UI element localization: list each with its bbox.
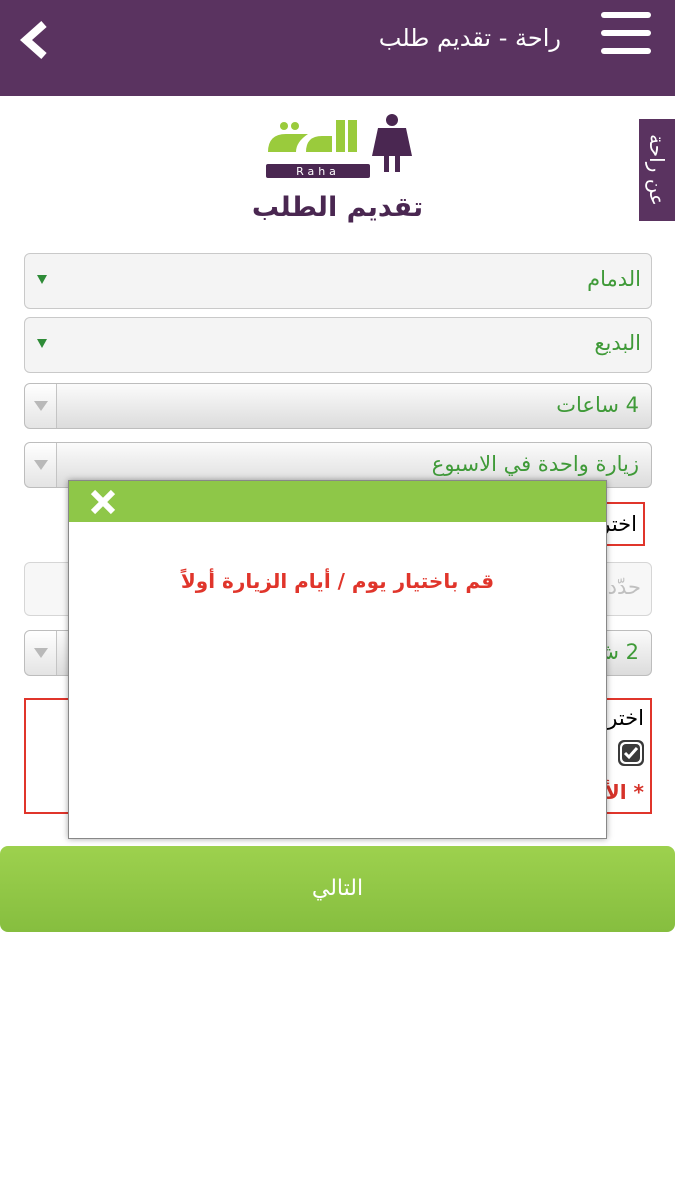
hours-value: 4 ساعات [556,393,639,417]
checkbox-checked-icon[interactable] [618,740,644,766]
next-button-label: التالي [311,876,364,901]
raha-logo: Raha [262,112,414,184]
back-chevron-icon[interactable] [14,18,58,62]
hamburger-menu-icon[interactable] [601,12,651,54]
page-title: تقديم الطلب [251,192,424,223]
date-placeholder: حدّد [607,575,641,599]
dropdown-arrow-icon [37,339,47,348]
logo-banner-text: Raha [296,165,340,178]
alert-dialog: قم باختيار يوم / أيام الزيارة أولاً [68,480,607,839]
dropdown-arrow-icon [25,443,57,487]
header-title: راحة - تقديم طلب [378,24,561,52]
visits-value: زيارة واحدة في الاسبوع [431,452,639,476]
dropdown-arrow-icon [37,275,47,284]
district-select[interactable]: البديع [24,317,652,373]
close-icon[interactable] [89,489,117,515]
top-bar: راحة - تقديم طلب [0,0,675,96]
hours-select[interactable]: 4 ساعات [24,383,652,429]
city-select[interactable]: الدمام [24,253,652,309]
terms-label: اختر [607,706,644,730]
dialog-header [69,481,606,522]
dialog-message: قم باختيار يوم / أيام الزيارة أولاً [180,569,495,593]
next-button[interactable]: التالي [0,846,675,932]
dropdown-arrow-icon [25,384,57,428]
city-value: الدمام [587,267,641,291]
required-note: * الأ [604,780,644,804]
dropdown-arrow-icon [25,631,57,675]
district-value: البديع [594,331,641,355]
